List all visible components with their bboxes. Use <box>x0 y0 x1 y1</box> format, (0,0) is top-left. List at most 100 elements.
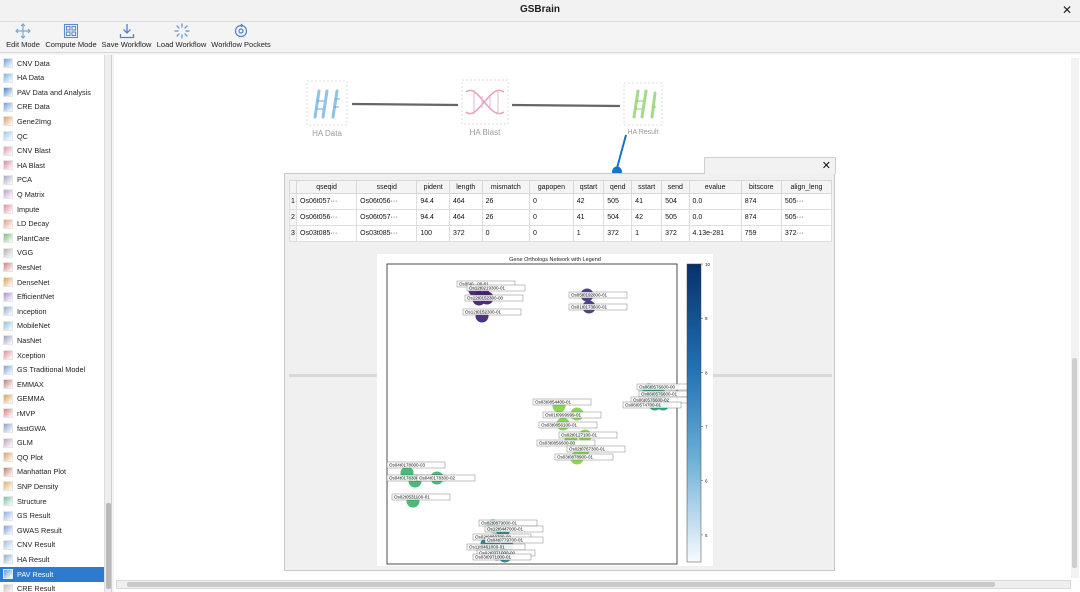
column-header[interactable]: evalue <box>688 180 742 194</box>
table-cell[interactable]: 874 <box>740 193 782 210</box>
result-popup: ✕ qseqid sseqid pident length mismatch gapope… <box>284 157 836 571</box>
table-cell[interactable]: 372 <box>603 225 633 242</box>
node-label: Os03t0856600-00 <box>539 441 576 446</box>
edge-blast-to-result <box>511 103 621 108</box>
table-cell[interactable]: 372 <box>661 225 690 242</box>
table-cell[interactable]: 504 <box>661 193 690 210</box>
node-label: Os01t0173600-01 <box>571 305 608 310</box>
table-cell[interactable]: 372 <box>448 225 483 242</box>
node-label: Os02t0879000-01 <box>481 521 518 526</box>
table-cell[interactable]: Os03t085··· <box>295 225 358 242</box>
node-label: Os06t0576600-01 <box>641 392 678 397</box>
table-cell[interactable]: 505··· <box>780 209 833 226</box>
table-cell[interactable]: 94.4 <box>416 193 450 210</box>
table-cell[interactable]: 26 <box>481 193 530 210</box>
column-header[interactable]: qstart <box>572 180 605 194</box>
table-cell[interactable]: 0 <box>528 225 574 242</box>
node-label: Os12t0447000-01 <box>487 527 524 532</box>
table-row[interactable]: 3 Os03t085··· Os03t085··· 100 372 0 0 1 372 1 372 4… <box>289 225 833 242</box>
column-header[interactable]: sstart <box>631 180 663 194</box>
table-row[interactable]: 1 Os06t057··· Os06t056··· 94.4 464 26 0 42 505 41… <box>289 193 833 210</box>
table-cell[interactable]: 504 <box>603 209 633 226</box>
table-row[interactable]: 2 Os06t056··· Os06t057··· 94.4 464 26 0 41 504 42… <box>289 209 833 226</box>
table-cell[interactable]: 1 <box>572 225 605 242</box>
node-label: Os04t0178300-02 <box>419 476 456 481</box>
node-label: Os02t0767300-01 <box>569 447 606 452</box>
table-cell[interactable]: Os06t056··· <box>295 209 358 226</box>
table-cell[interactable]: 505··· <box>780 193 833 210</box>
table-cell[interactable]: 874 <box>740 209 782 226</box>
column-header[interactable]: mismatch <box>481 180 530 194</box>
column-header[interactable]: gapopen <box>528 180 574 194</box>
table-cell[interactable]: 42 <box>572 193 605 210</box>
node-label: Os04t0779700-01 <box>487 538 524 543</box>
table-cell[interactable]: 0.0 <box>688 193 742 210</box>
table-cell[interactable]: 0 <box>528 193 574 210</box>
node-label: Os03t0856100-01 <box>541 423 578 428</box>
node-label: Os11t0461000-01 <box>469 545 505 550</box>
column-header[interactable]: bitscore <box>740 180 782 194</box>
workflow-node-ha-result[interactable]: HA Result <box>620 81 666 143</box>
column-header[interactable]: qend <box>603 180 633 194</box>
table-cell[interactable]: 505 <box>661 209 690 226</box>
table-cell[interactable]: Os03t085··· <box>356 225 418 242</box>
table-cell[interactable]: 41 <box>572 209 605 226</box>
workflow-node-ha-data[interactable]: HA Data <box>302 79 352 141</box>
node-label: Os06t0574700-01 <box>625 403 662 408</box>
node-label: Os03t0878900-01 <box>557 455 594 460</box>
table-cell[interactable]: 464 <box>448 193 483 210</box>
table-cell[interactable]: 42 <box>631 209 663 226</box>
result-table: qseqid sseqid pident length mismatch gapopen q… <box>289 180 833 242</box>
node-label: Os04t0178000-03 <box>389 463 426 468</box>
table-cell[interactable]: 464 <box>448 209 483 226</box>
node-label: Os03t0854400-01 <box>535 400 572 405</box>
node-label: Os03t0971000-01 <box>475 555 512 560</box>
table-cell[interactable]: 26 <box>481 209 530 226</box>
table-cell[interactable]: 4.13e-281 <box>688 225 742 242</box>
row-number: 3 <box>289 225 297 242</box>
column-header[interactable]: send <box>661 180 690 194</box>
table-cell[interactable]: 1 <box>631 225 663 242</box>
node-label: Os12t0219300-01 <box>469 286 506 291</box>
table-cell[interactable]: 0.0 <box>688 209 742 226</box>
table-cell[interactable]: 100 <box>416 225 450 242</box>
column-header[interactable]: align_leng <box>780 180 833 194</box>
workflow-node-label: HA Result <box>627 129 659 136</box>
colorbar-tick-label: 6 <box>705 479 708 484</box>
column-header[interactable]: length <box>448 180 483 194</box>
column-header[interactable]: qseqid <box>295 180 358 194</box>
row-number: 2 <box>289 209 297 226</box>
popup-close-icon[interactable]: ✕ <box>822 159 831 172</box>
table-cell[interactable]: Os06t056··· <box>356 193 418 210</box>
node-label: Os02t0531100-01 <box>394 495 430 500</box>
table-cell[interactable]: Os06t057··· <box>356 209 418 226</box>
table-cell[interactable]: 94.4 <box>416 209 450 226</box>
vertical-scrollbar[interactable] <box>1071 58 1079 578</box>
workflow-node-label: HA Blast <box>469 128 501 137</box>
horizontal-scroll-thumb[interactable] <box>127 582 995 587</box>
table-cell[interactable]: Os06t057··· <box>295 193 358 210</box>
table-cell[interactable]: 41 <box>631 193 663 210</box>
plot-frame <box>386 263 678 565</box>
workflow-node-ha-blast[interactable]: HA Blast <box>458 78 512 140</box>
vertical-scroll-thumb[interactable] <box>1072 358 1077 568</box>
node-label: Os12t0152300-01 <box>465 310 502 315</box>
row-number: 1 <box>289 193 297 210</box>
table-cell[interactable]: 372··· <box>780 225 833 242</box>
column-header[interactable]: pident <box>416 180 450 194</box>
horizontal-scrollbar[interactable] <box>116 580 1071 589</box>
table-corner-cell <box>289 180 297 194</box>
table-cell[interactable]: 759 <box>740 225 782 242</box>
table-cell[interactable]: 0 <box>528 209 574 226</box>
node-label: Os01t0999999-01 <box>545 413 582 418</box>
edge-data-to-blast <box>351 102 459 107</box>
colorbar-tick-label: 9 <box>705 316 708 321</box>
network-chart: Gene Orthologs Network with Legend Os05t0… <box>386 257 718 565</box>
table-cell[interactable]: 505 <box>603 193 633 210</box>
chart-title: Gene Orthologs Network with Legend <box>509 257 601 263</box>
app-window: GSBrain ✕ Edit Mode Compute Mode Save Wo… <box>0 0 1080 592</box>
column-header[interactable]: sseqid <box>356 180 418 194</box>
colorbar-tick-label: 7 <box>705 425 708 430</box>
table-cell[interactable]: 0 <box>481 225 530 242</box>
dna-icon <box>306 80 348 126</box>
